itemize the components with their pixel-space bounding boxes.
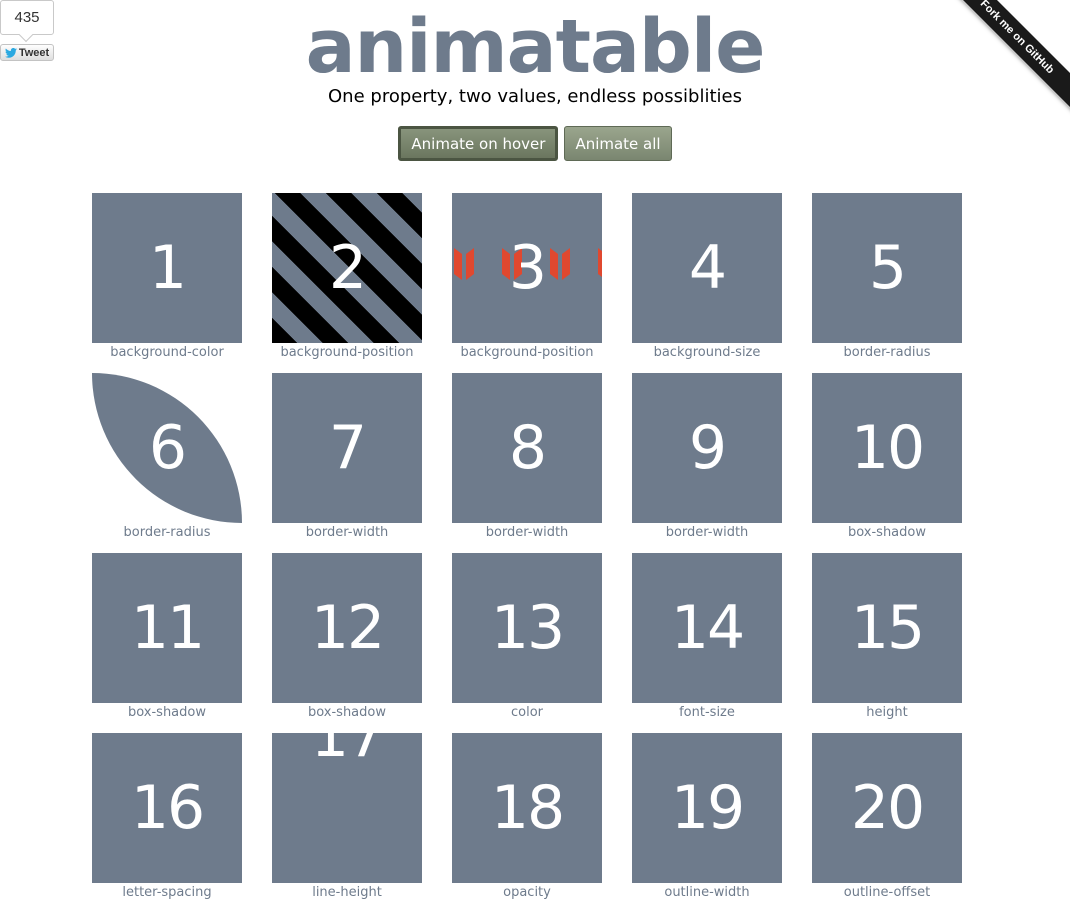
demo-box[interactable]: 4 <box>632 193 782 343</box>
demo-label: outline-width <box>664 885 750 900</box>
demo-label: border-width <box>305 525 389 540</box>
demo-item-4[interactable]: 4 background-size <box>632 193 782 360</box>
demo-number: 6 <box>148 413 187 483</box>
demo-label: border-width <box>665 525 749 540</box>
demo-label: box-shadow <box>307 705 386 720</box>
demo-box-chevrons[interactable]: 3 <box>452 193 602 343</box>
demo-number: 8 <box>508 413 547 483</box>
demo-box[interactable]: 7 <box>272 373 422 523</box>
demo-item-12[interactable]: 12 box-shadow <box>272 553 422 720</box>
demo-grid: 1 background-color 2 background-position… <box>92 193 962 900</box>
demo-item-3[interactable]: 3 background-position <box>452 193 602 360</box>
demo-box-striped[interactable]: 2 <box>272 193 422 343</box>
demo-number: 1 <box>148 233 187 303</box>
demo-item-17[interactable]: 17 line-height <box>272 733 422 900</box>
demo-label: letter-spacing <box>122 885 212 900</box>
demo-label: box-shadow <box>847 525 926 540</box>
demo-item-16[interactable]: 16 letter-spacing <box>92 733 242 900</box>
demo-number: 17 <box>310 733 385 771</box>
demo-label: height <box>866 705 908 720</box>
demo-item-9[interactable]: 9 border-width <box>632 373 782 540</box>
demo-label: font-size <box>679 705 735 720</box>
demo-label: line-height <box>312 885 382 900</box>
demo-item-19[interactable]: 19 outline-width <box>632 733 782 900</box>
demo-box[interactable]: 1 <box>92 193 242 343</box>
demo-label: background-position <box>280 345 414 360</box>
demo-number: 14 <box>670 593 745 663</box>
demo-label: border-radius <box>843 345 931 360</box>
demo-box[interactable]: 8 <box>452 373 602 523</box>
demo-label: box-shadow <box>127 705 206 720</box>
demo-number: 15 <box>850 593 925 663</box>
demo-box[interactable]: 14 <box>632 553 782 703</box>
demo-label: border-radius <box>123 525 211 540</box>
demo-item-14[interactable]: 14 font-size <box>632 553 782 720</box>
demo-box[interactable]: 19 <box>632 733 782 883</box>
demo-item-13[interactable]: 13 color <box>452 553 602 720</box>
demo-box[interactable]: 10 <box>812 373 962 523</box>
demo-number: 19 <box>670 773 745 843</box>
demo-number: 5 <box>868 233 907 303</box>
demo-label: opacity <box>503 885 551 900</box>
demo-box[interactable]: 18 <box>452 733 602 883</box>
demo-box[interactable]: 11 <box>92 553 242 703</box>
demo-item-20[interactable]: 20 outline-offset <box>812 733 962 900</box>
demo-box-leaf[interactable]: 6 <box>92 373 242 523</box>
demo-item-15[interactable]: 15 height <box>812 553 962 720</box>
demo-label: border-width <box>485 525 569 540</box>
demo-item-10[interactable]: 10 box-shadow <box>812 373 962 540</box>
demo-box[interactable]: 5 <box>812 193 962 343</box>
demo-box[interactable]: 16 <box>92 733 242 883</box>
demo-label: color <box>510 705 543 720</box>
demo-box[interactable]: 9 <box>632 373 782 523</box>
demo-item-8[interactable]: 8 border-width <box>452 373 602 540</box>
demo-box[interactable]: 15 <box>812 553 962 703</box>
demo-number: 7 <box>328 413 367 483</box>
demo-number: 11 <box>130 593 205 663</box>
demo-number: 18 <box>490 773 565 843</box>
demo-box[interactable]: 13 <box>452 553 602 703</box>
demo-box[interactable]: 20 <box>812 733 962 883</box>
demo-number: 16 <box>130 773 205 843</box>
demo-item-7[interactable]: 7 border-width <box>272 373 422 540</box>
demo-item-5[interactable]: 5 border-radius <box>812 193 962 360</box>
animate-on-hover-button[interactable]: Animate on hover <box>398 126 559 161</box>
demo-item-2[interactable]: 2 background-position <box>272 193 422 360</box>
demo-number: 2 <box>328 233 367 303</box>
demo-label: background-size <box>653 345 761 360</box>
demo-number: 10 <box>850 413 925 483</box>
demo-item-18[interactable]: 18 opacity <box>452 733 602 900</box>
demo-box[interactable]: 12 <box>272 553 422 703</box>
animate-all-button[interactable]: Animate all <box>564 126 672 161</box>
demo-number: 9 <box>688 413 727 483</box>
demo-number: 4 <box>688 233 727 303</box>
button-row: Animate on hover Animate all <box>0 126 1070 161</box>
demo-label: background-color <box>110 345 224 360</box>
demo-item-1[interactable]: 1 background-color <box>92 193 242 360</box>
demo-label: outline-offset <box>843 885 931 900</box>
demo-number: 20 <box>850 773 925 843</box>
demo-item-11[interactable]: 11 box-shadow <box>92 553 242 720</box>
page-subtitle: One property, two values, endless possib… <box>328 86 742 107</box>
demo-item-6[interactable]: 6 border-radius <box>92 373 242 540</box>
demo-number: 13 <box>490 593 565 663</box>
demo-box[interactable]: 17 <box>272 733 422 883</box>
demo-number: 3 <box>508 233 547 303</box>
demo-label: background-position <box>460 345 594 360</box>
demo-number: 12 <box>310 593 385 663</box>
page-title: animatable <box>305 4 766 90</box>
